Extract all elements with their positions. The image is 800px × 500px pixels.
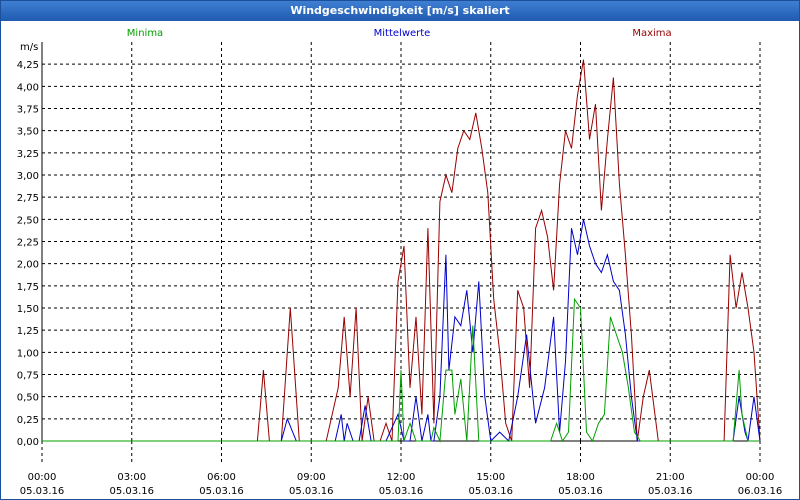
y-tick-label: 4,00	[17, 82, 39, 93]
y-tick-label: 0,50	[17, 393, 39, 404]
wind-speed-chart: 0,00 0,25 0,50 0,75 1,00 1,25 1,50 1,75 2,00 2,25…	[17, 28, 783, 497]
y-tick-label: 1,00	[17, 348, 39, 359]
y-tick-label: 3,50	[17, 127, 39, 138]
legend-mittelwerte: Mittelwerte	[374, 28, 431, 39]
y-tick-label: 2,25	[17, 238, 39, 249]
x-tick-time: 09:00	[297, 472, 326, 483]
x-tick-date: 05.03.16	[20, 486, 65, 497]
x-tick-date: 05.03.16	[558, 486, 603, 497]
x-tick-time: 12:00	[387, 472, 416, 483]
y-tick-label: 1,75	[17, 282, 39, 293]
y-axis-label: m/s	[20, 42, 38, 53]
y-tick-label: 1,50	[17, 304, 39, 315]
x-tick-date: 05.03.16	[468, 486, 513, 497]
x-tick-date: 06.03.16	[738, 486, 783, 497]
y-tick-label: 2,50	[17, 215, 39, 226]
y-tick-label: 2,00	[17, 260, 39, 271]
legend-maxima: Maxima	[632, 28, 671, 39]
x-tick-time: 21:00	[656, 472, 685, 483]
x-tick-time: 00:00	[28, 472, 57, 483]
y-tick-label: 0,75	[17, 371, 39, 382]
x-tick-date: 05.03.16	[379, 486, 424, 497]
y-tick-label: 2,75	[17, 193, 39, 204]
y-tick-label: 0,00	[17, 437, 39, 448]
y-tick-label: 1,25	[17, 326, 39, 337]
y-tick-label: 3,75	[17, 105, 39, 116]
x-tick-date: 05.03.16	[648, 486, 693, 497]
y-tick-label: 4,25	[17, 60, 39, 71]
y-tick-label: 3,25	[17, 149, 39, 160]
x-tick-date: 05.03.16	[289, 486, 334, 497]
x-tick-time: 15:00	[476, 472, 505, 483]
x-tick-time: 03:00	[117, 472, 146, 483]
x-tick-time: 06:00	[207, 472, 236, 483]
x-tick-time: 00:00	[746, 472, 775, 483]
x-tick-date: 05.03.16	[199, 486, 244, 497]
y-tick-label: 3,00	[17, 171, 39, 182]
x-tick-time: 18:00	[566, 472, 595, 483]
legend-minima: Minima	[127, 28, 163, 39]
y-tick-label: 0,25	[17, 415, 39, 426]
x-tick-date: 05.03.16	[109, 486, 154, 497]
